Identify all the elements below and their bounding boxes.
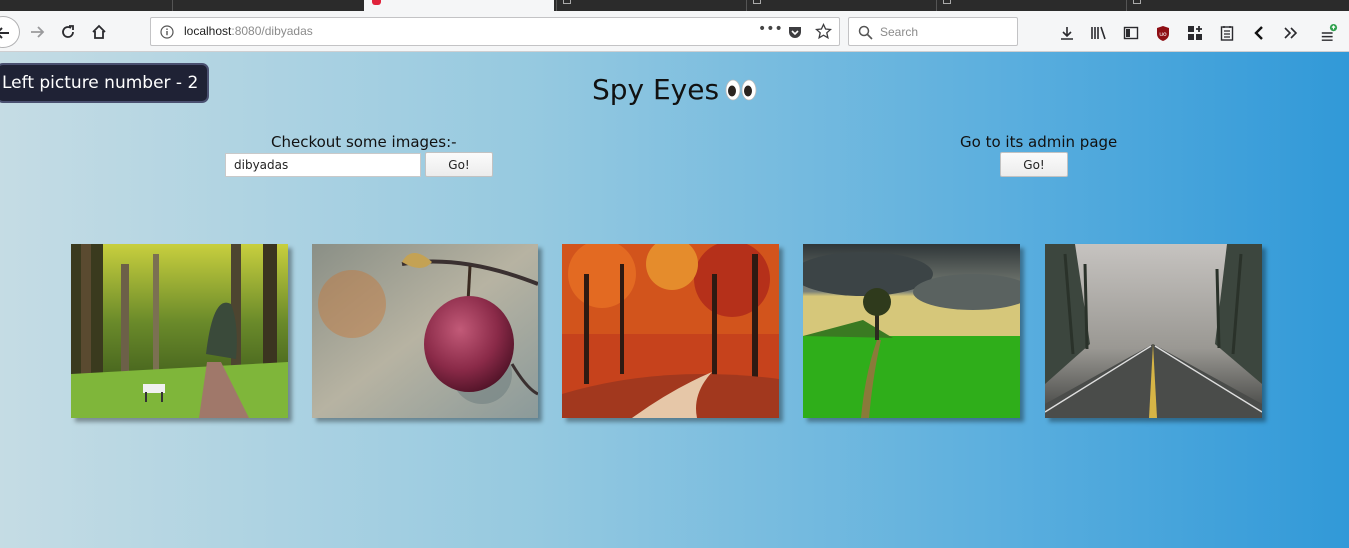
url-path: :8080/dibyadas bbox=[231, 24, 313, 38]
browser-tab[interactable] bbox=[556, 0, 746, 11]
gallery-image-green-field[interactable] bbox=[803, 244, 1020, 418]
library-button[interactable] bbox=[1090, 24, 1108, 42]
url-bar[interactable]: localhost:8080/dibyadas ••• bbox=[150, 17, 840, 46]
gallery-image-autumn-forest[interactable] bbox=[562, 244, 779, 418]
search-icon bbox=[858, 25, 873, 40]
page-icon bbox=[563, 0, 571, 4]
browser-tab-active[interactable] bbox=[364, 0, 554, 11]
pocket-icon[interactable] bbox=[787, 24, 803, 40]
url-text: localhost:8080/dibyadas bbox=[184, 24, 313, 38]
hamburger-update-icon bbox=[1321, 24, 1338, 41]
downloads-button[interactable] bbox=[1058, 24, 1076, 42]
svg-text:uo: uo bbox=[1159, 31, 1167, 38]
page-actions-button[interactable]: ••• bbox=[758, 21, 783, 37]
notes-button[interactable] bbox=[1218, 24, 1236, 42]
username-input[interactable] bbox=[225, 153, 421, 177]
ublock-shield-icon: uo bbox=[1157, 25, 1169, 41]
grid-plus-icon bbox=[1188, 26, 1202, 40]
admin-go-button[interactable]: Go! bbox=[1000, 152, 1068, 177]
admin-label: Go to its admin page bbox=[960, 133, 1118, 151]
ublock-button[interactable]: uo bbox=[1154, 24, 1172, 42]
url-host: localhost bbox=[184, 24, 232, 38]
back-button[interactable] bbox=[0, 16, 20, 48]
sidebar-icon bbox=[1123, 26, 1139, 40]
browser-toolbar: localhost:8080/dibyadas ••• Search uo bbox=[0, 11, 1349, 52]
reload-button[interactable] bbox=[55, 19, 81, 45]
chevron-left-icon bbox=[1254, 26, 1263, 40]
page-icon bbox=[753, 0, 761, 4]
page-title: Spy Eyes bbox=[0, 73, 1349, 108]
forward-button[interactable] bbox=[24, 19, 50, 45]
browser-tab[interactable] bbox=[936, 0, 1126, 11]
page-content: Left picture number - 2 Spy Eyes Checkou… bbox=[0, 52, 1349, 548]
overflow-button[interactable] bbox=[1282, 24, 1300, 42]
reload-icon bbox=[62, 25, 74, 38]
double-chevron-right-icon bbox=[1284, 27, 1298, 39]
collapse-button[interactable] bbox=[1250, 24, 1268, 42]
checkout-label: Checkout some images:- bbox=[271, 133, 457, 151]
back-arrow-icon bbox=[0, 27, 9, 39]
search-bar[interactable]: Search bbox=[848, 17, 1018, 46]
home-icon bbox=[92, 24, 106, 39]
shield-icon bbox=[372, 0, 381, 5]
extension-button[interactable] bbox=[1186, 24, 1204, 42]
gallery-image-apple[interactable] bbox=[312, 244, 538, 418]
bookmark-star-icon[interactable] bbox=[815, 23, 832, 40]
download-icon bbox=[1061, 27, 1073, 40]
browser-tab[interactable] bbox=[172, 0, 362, 11]
notepad-icon bbox=[1220, 26, 1234, 41]
gallery-image-wet-road[interactable] bbox=[1045, 244, 1262, 418]
browser-tab[interactable] bbox=[1126, 0, 1316, 11]
eyes-icon bbox=[725, 75, 757, 108]
forward-arrow-icon bbox=[31, 26, 45, 38]
tab-strip bbox=[0, 0, 1349, 11]
library-icon bbox=[1091, 26, 1106, 40]
gallery-image-forest-path[interactable] bbox=[71, 244, 288, 418]
menu-button[interactable] bbox=[1320, 24, 1338, 42]
sidebar-button[interactable] bbox=[1122, 24, 1140, 42]
page-title-text: Spy Eyes bbox=[591, 73, 720, 106]
checkout-go-button[interactable]: Go! bbox=[425, 152, 493, 177]
page-icon bbox=[943, 0, 951, 4]
browser-tab[interactable] bbox=[746, 0, 936, 11]
info-icon bbox=[160, 25, 174, 39]
search-placeholder: Search bbox=[880, 25, 919, 39]
audio-icon bbox=[1133, 0, 1141, 4]
home-button[interactable] bbox=[86, 19, 112, 45]
